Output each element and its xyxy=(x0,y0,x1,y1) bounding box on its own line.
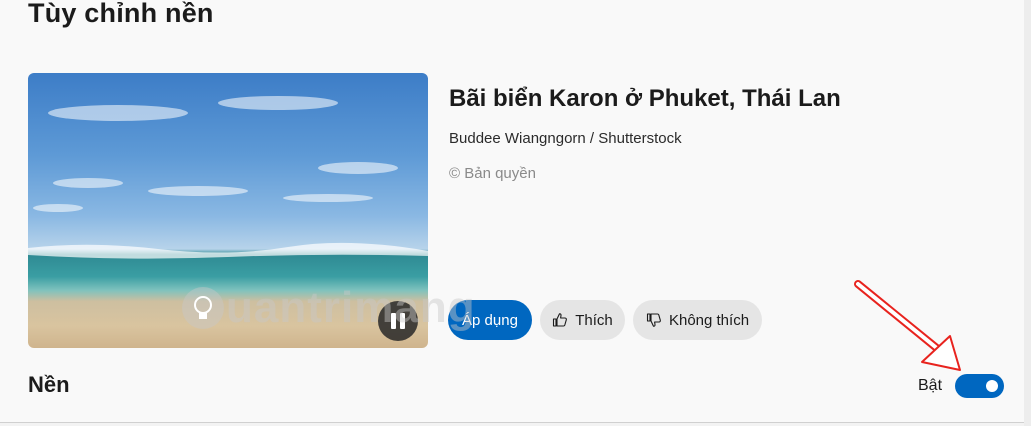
dislike-button-label: Không thích xyxy=(668,311,750,329)
thumbs-down-icon xyxy=(646,312,662,328)
settings-panel: Tùy chỉnh nền Bãi biển Karon ở Phuket, T… xyxy=(0,0,1025,423)
page-title: Tùy chỉnh nền xyxy=(28,0,214,28)
image-author: Buddee Wiangngorn / Shutterstock xyxy=(449,130,682,147)
dislike-button[interactable]: Không thích xyxy=(633,300,762,340)
like-button[interactable]: Thích xyxy=(540,300,625,340)
watermark: uantrimang xyxy=(180,283,476,333)
copyright-link[interactable]: © Bản quyền xyxy=(449,165,536,182)
toggle-state-label: Bật xyxy=(918,377,943,394)
scrollbar[interactable] xyxy=(1024,0,1031,426)
thumbs-up-icon xyxy=(552,312,568,328)
like-button-label: Thích xyxy=(575,311,613,329)
annotation-arrow-icon xyxy=(854,280,961,371)
watermark-text: uantrimang xyxy=(226,283,476,332)
image-title: Bãi biển Karon ở Phuket, Thái Lan xyxy=(449,85,841,112)
section-title-background: Nền xyxy=(28,372,70,397)
lightbulb-logo-icon xyxy=(182,287,224,329)
toggle-knob xyxy=(986,380,998,392)
